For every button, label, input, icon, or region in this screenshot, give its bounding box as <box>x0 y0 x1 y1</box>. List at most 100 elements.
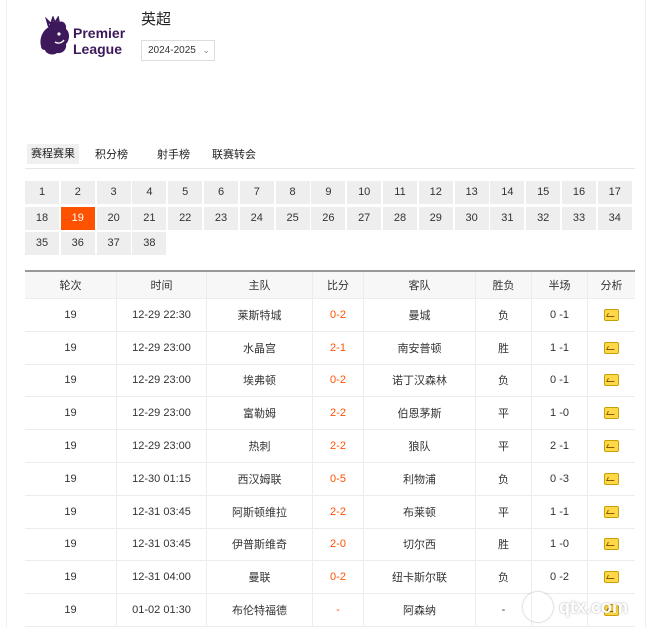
round-1[interactable]: 1 <box>25 181 59 204</box>
analysis-chart-icon[interactable] <box>604 374 619 387</box>
home-team-cell[interactable]: 阿斯顿维拉 <box>207 495 313 528</box>
round-22[interactable]: 22 <box>168 206 203 230</box>
away-team-cell[interactable]: 南安普顿 <box>364 331 476 364</box>
analysis-chart-icon[interactable] <box>604 407 619 420</box>
season-select[interactable]: 2024-2025 ⌄ <box>141 40 215 61</box>
round-18[interactable]: 18 <box>25 206 59 230</box>
round-34[interactable]: 34 <box>597 206 632 230</box>
round-28[interactable]: 28 <box>383 206 417 230</box>
table-row[interactable]: 19 12-29 23:00 水晶宫 2-1 南安普顿胜 1 -1 <box>25 331 635 365</box>
round-cell: 19 <box>25 561 117 594</box>
score-cell: 2-2 <box>313 430 364 462</box>
round-20[interactable]: 20 <box>96 206 131 230</box>
analysis-chart-icon[interactable] <box>604 472 619 485</box>
round-38[interactable]: 38 <box>132 232 167 255</box>
table-row[interactable]: 19 12-29 23:00 富勒姆 2-2 伯恩茅斯平 1 -0 <box>25 397 635 431</box>
round-32[interactable]: 32 <box>526 206 561 230</box>
home-team-cell[interactable]: 莱斯特城 <box>207 299 313 331</box>
away-team-cell[interactable]: 利物浦 <box>364 462 476 495</box>
away-team-cell[interactable]: 诺丁汉森林 <box>364 364 476 397</box>
table-row[interactable]: 19 12-31 04:00 曼联 0-2 纽卡斯尔联负 0 -2 <box>25 561 635 595</box>
away-team-cell[interactable]: 纽卡斯尔联 <box>364 561 476 594</box>
analysis-cell <box>588 496 635 528</box>
time-cell: 01-02 01:30 <box>117 594 207 626</box>
home-team-cell[interactable]: 埃弗顿 <box>207 364 313 397</box>
round-11[interactable]: 11 <box>383 181 417 204</box>
home-team-cell[interactable]: 水晶宫 <box>207 331 313 364</box>
round-5[interactable]: 5 <box>168 181 203 204</box>
round-24[interactable]: 24 <box>239 206 274 230</box>
round-3[interactable]: 3 <box>96 181 131 204</box>
time-cell: 12-31 03:45 <box>117 528 207 561</box>
home-team-cell[interactable]: 曼联 <box>207 561 313 594</box>
round-16[interactable]: 16 <box>562 181 596 204</box>
watermark: qtx.com <box>523 591 650 623</box>
result-cell: 胜 <box>476 528 532 561</box>
round-31[interactable]: 31 <box>490 206 525 230</box>
round-21[interactable]: 21 <box>132 206 167 230</box>
table-row[interactable]: 19 12-31 03:45 阿斯顿维拉 2-2 布莱顿平 1 -1 <box>25 495 635 529</box>
home-team-cell[interactable]: 西汉姆联 <box>207 462 313 495</box>
home-team-cell[interactable]: 布伦特福德 <box>207 594 313 626</box>
round-30[interactable]: 30 <box>454 206 489 230</box>
time-cell: 12-29 23:00 <box>117 364 207 397</box>
round-8[interactable]: 8 <box>275 181 310 204</box>
round-10[interactable]: 10 <box>347 181 382 204</box>
analysis-chart-icon[interactable] <box>604 440 619 453</box>
tab-top-scorers[interactable]: 射手榜 <box>157 146 190 166</box>
round-36[interactable]: 36 <box>60 232 95 255</box>
round-15[interactable]: 15 <box>526 181 561 204</box>
home-team-cell[interactable]: 热刺 <box>207 430 313 462</box>
header-time: 时间 <box>117 272 207 298</box>
round-4[interactable]: 4 <box>132 181 167 204</box>
round-27[interactable]: 27 <box>347 206 382 230</box>
away-team-cell[interactable]: 阿森纳 <box>364 594 476 626</box>
round-29[interactable]: 29 <box>418 206 453 230</box>
tab-schedule-results[interactable]: 赛程赛果 <box>27 144 79 164</box>
analysis-chart-icon[interactable] <box>604 571 619 584</box>
round-7[interactable]: 7 <box>239 181 274 204</box>
table-row[interactable]: 19 12-29 23:00 热刺 2-2 狼队平 2 -1 <box>25 430 635 463</box>
table-row[interactable]: 19 12-31 03:45 伊普斯维奇 2-0 切尔西胜 1 -0 <box>25 528 635 562</box>
analysis-chart-icon[interactable] <box>604 505 619 518</box>
round-12[interactable]: 12 <box>418 181 453 204</box>
time-cell: 12-29 22:30 <box>117 299 207 331</box>
round-9[interactable]: 9 <box>311 181 346 204</box>
score-cell: 0-2 <box>313 561 364 594</box>
table-row[interactable]: 19 12-29 23:00 埃弗顿 0-2 诺丁汉森林负 0 -1 <box>25 364 635 398</box>
round-cell: 19 <box>25 495 117 528</box>
table-row[interactable]: 19 12-30 01:15 西汉姆联 0-5 利物浦负 0 -3 <box>25 462 635 496</box>
away-team-cell[interactable]: 曼城 <box>364 299 476 331</box>
home-team-cell[interactable]: 伊普斯维奇 <box>207 528 313 561</box>
table-row[interactable]: 19 12-29 22:30 莱斯特城 0-2 曼城负 0 -1 <box>25 299 635 332</box>
analysis-cell <box>588 463 635 495</box>
tab-transfers[interactable]: 联赛转会 <box>212 146 256 166</box>
home-team-cell[interactable]: 富勒姆 <box>207 397 313 430</box>
result-cell: 平 <box>476 495 532 528</box>
score-cell: - <box>313 594 364 626</box>
score-cell: 2-2 <box>313 495 364 528</box>
round-13[interactable]: 13 <box>454 181 489 204</box>
header-halftime: 半场 <box>532 272 588 298</box>
results-table: 轮次 时间 主队 比分 客队 胜负 半场 分析 19 12-29 22:30 莱斯特城 0-2 曼城负… <box>25 270 635 627</box>
away-team-cell[interactable]: 切尔西 <box>364 528 476 561</box>
round-19[interactable]: 19 <box>60 206 95 230</box>
analysis-chart-icon[interactable] <box>604 341 619 354</box>
away-team-cell[interactable]: 伯恩茅斯 <box>364 397 476 430</box>
round-6[interactable]: 6 <box>204 181 238 204</box>
round-35[interactable]: 35 <box>25 232 59 255</box>
away-team-cell[interactable]: 狼队 <box>364 430 476 462</box>
round-2[interactable]: 2 <box>60 181 95 204</box>
analysis-chart-icon[interactable] <box>604 538 619 551</box>
round-26[interactable]: 26 <box>311 206 346 230</box>
round-17[interactable]: 17 <box>597 181 632 204</box>
away-team-cell[interactable]: 布莱顿 <box>364 495 476 528</box>
analysis-chart-icon[interactable] <box>604 308 619 321</box>
round-33[interactable]: 33 <box>562 206 596 230</box>
round-25[interactable]: 25 <box>275 206 310 230</box>
halftime-cell: 0 -1 <box>532 299 588 331</box>
round-37[interactable]: 37 <box>96 232 131 255</box>
round-14[interactable]: 14 <box>490 181 525 204</box>
tab-standings[interactable]: 积分榜 <box>95 146 128 166</box>
round-23[interactable]: 23 <box>204 206 238 230</box>
